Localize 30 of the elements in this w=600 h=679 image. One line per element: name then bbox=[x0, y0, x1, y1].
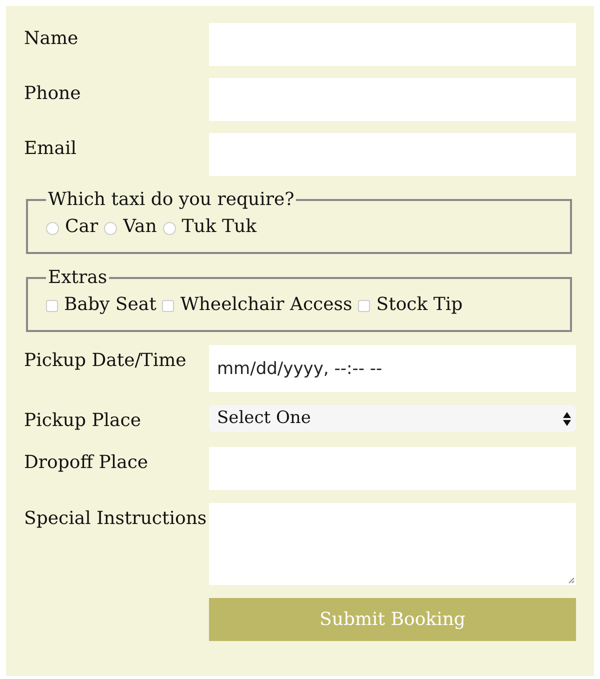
field-label: Pickup Date/Time bbox=[24, 349, 188, 373]
checkbox[interactable] bbox=[358, 300, 370, 312]
checkbox[interactable] bbox=[46, 300, 58, 312]
text-field[interactable] bbox=[209, 78, 576, 121]
option-label: Tuk Tuk bbox=[182, 215, 257, 239]
group-legend: Extras bbox=[46, 264, 110, 291]
option-label: Stock Tip bbox=[376, 293, 463, 317]
radio-button[interactable] bbox=[46, 222, 59, 234]
field-label: Pickup Place bbox=[24, 409, 142, 433]
option-label: Baby Seat bbox=[64, 293, 156, 317]
resize-handle-icon bbox=[568, 577, 575, 584]
text-area[interactable] bbox=[209, 503, 576, 585]
field-label: Dropoff Place bbox=[24, 451, 150, 475]
radio-button[interactable] bbox=[104, 222, 118, 234]
field-label: Email bbox=[24, 137, 78, 161]
text-field[interactable] bbox=[209, 133, 576, 176]
option-label: Car bbox=[65, 215, 98, 239]
group-legend: Which taxi do you require? bbox=[46, 186, 296, 213]
field-label: Name bbox=[24, 27, 80, 51]
field-label: Phone bbox=[24, 82, 82, 106]
text-field[interactable] bbox=[209, 23, 576, 66]
sort-icon bbox=[562, 410, 572, 426]
option-label: Wheelchair Access bbox=[180, 293, 352, 317]
date-time-field[interactable]: mm/dd/yyyy, --:-- -- bbox=[209, 345, 576, 392]
text-field[interactable] bbox=[209, 447, 576, 490]
select-field[interactable]: Select One bbox=[209, 405, 576, 432]
radio-button[interactable] bbox=[162, 222, 176, 234]
option-label: Van bbox=[123, 215, 157, 239]
checkbox[interactable] bbox=[162, 300, 174, 312]
field-label: Special Instructions bbox=[24, 507, 208, 531]
